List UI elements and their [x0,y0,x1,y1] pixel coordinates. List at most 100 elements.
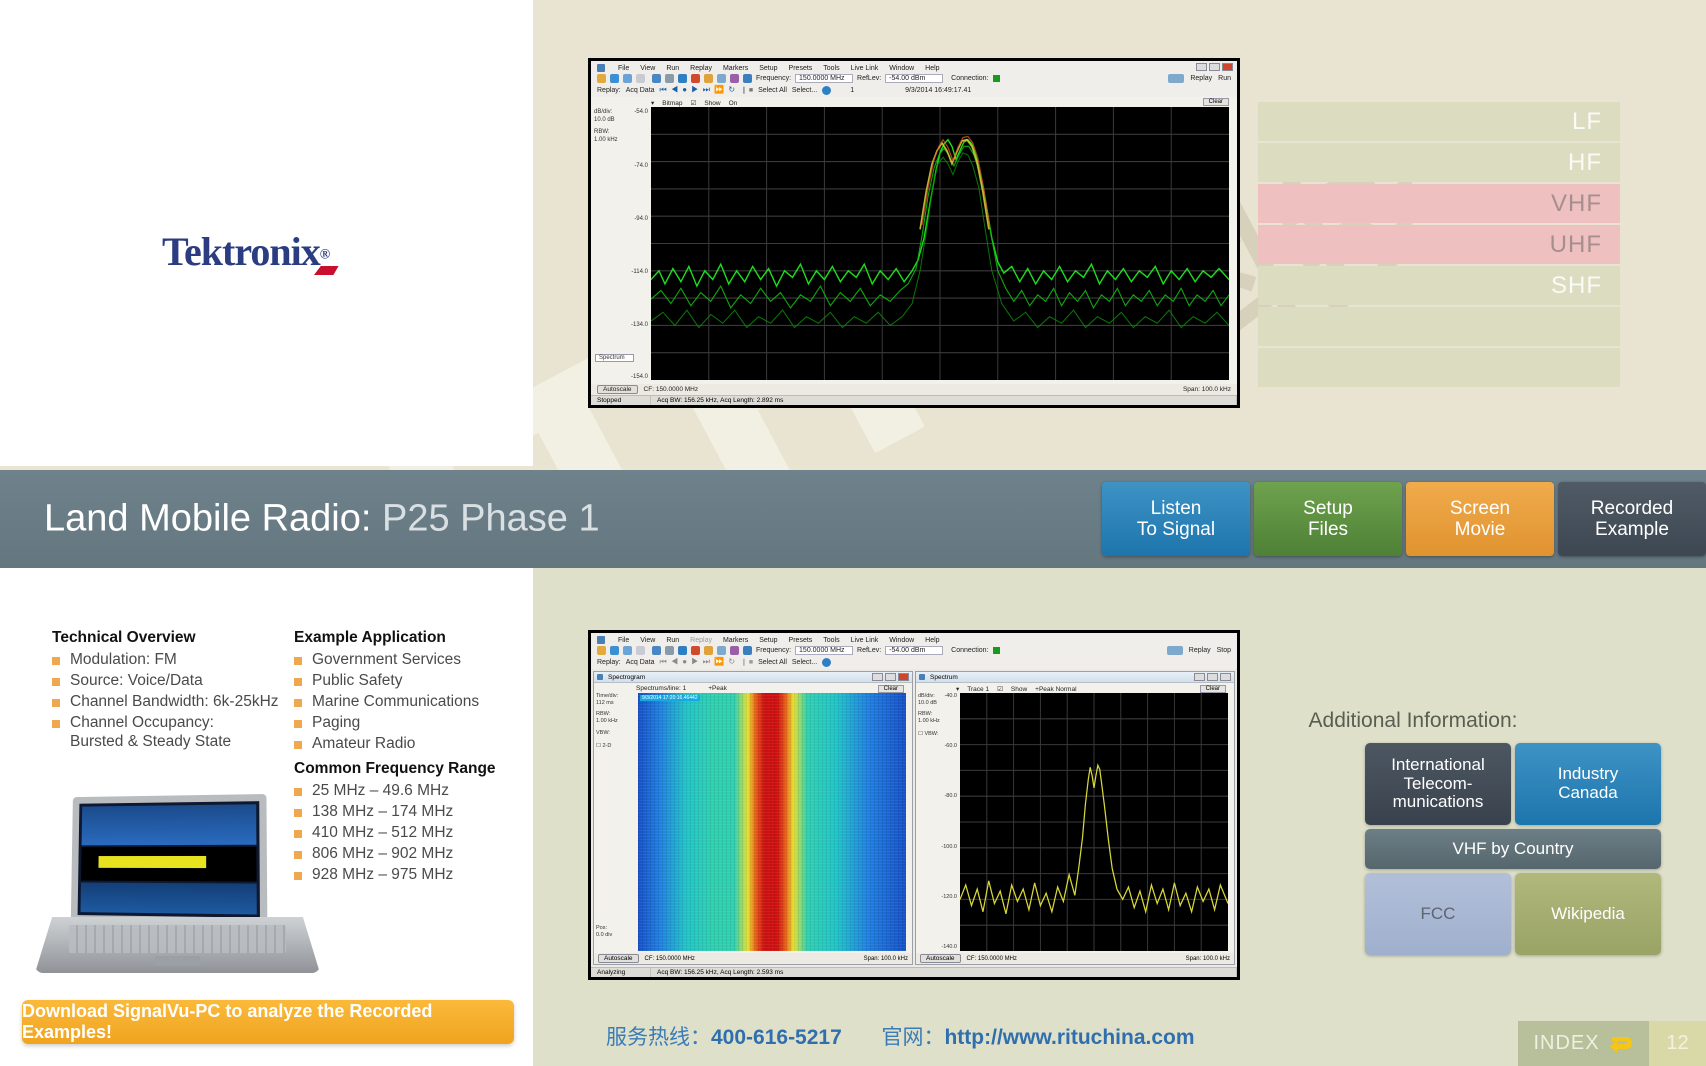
stop-button-label[interactable]: Stop [1217,647,1231,654]
menu-item-file[interactable]: File [618,637,629,644]
replay-button-label[interactable]: Replay [1189,647,1211,654]
redo-icon[interactable] [636,74,645,83]
maximize-icon[interactable] [1207,673,1218,681]
menu-item-replay[interactable]: Replay [690,65,712,72]
rbw-setting[interactable]: RBW: 1.00 kHz [918,711,958,725]
link-icon[interactable] [665,74,674,83]
pos-setting[interactable]: Pos: 0.0 div [596,925,612,939]
run-button-label[interactable]: Run [1218,75,1231,82]
replay-toggle-icon[interactable] [1168,74,1184,83]
settings-icon[interactable] [743,74,752,83]
menu-item-view[interactable]: View [640,637,655,644]
menu-item-presets[interactable]: Presets [789,65,813,72]
gear-icon[interactable] [678,74,687,83]
trigger-icon[interactable] [691,74,700,83]
time-div-setting[interactable]: Time/div: 112 ms [596,693,636,707]
listen-to-signal-button[interactable]: ListenTo Signal [1102,482,1250,556]
menu-item-help[interactable]: Help [925,65,939,72]
frequency-input[interactable]: 150.0000 MHz [795,74,853,83]
reflev-input[interactable]: -54.00 dBm [885,74,943,83]
marker-icon[interactable] [704,74,713,83]
setup-files-button[interactable]: SetupFiles [1254,482,1402,556]
replay-button-label[interactable]: Replay [1190,75,1212,82]
menu-item-window[interactable]: Window [889,637,914,644]
close-icon[interactable] [898,673,909,681]
minimize-icon[interactable] [1196,63,1207,71]
undo-icon[interactable] [623,74,632,83]
minimize-icon[interactable] [1194,673,1205,681]
menu-item-setup[interactable]: Setup [759,637,777,644]
marker-icon[interactable] [704,646,713,655]
menu-item-run[interactable]: Run [666,65,679,72]
gear-icon[interactable] [678,646,687,655]
menu-item-live-link[interactable]: Live Link [851,637,879,644]
autoscale-button-spectrogram[interactable]: Autoscale [598,954,639,963]
link-icon[interactable] [665,646,674,655]
info-icon[interactable] [822,86,831,95]
trigger-icon[interactable] [691,646,700,655]
restore-icon[interactable] [1220,673,1231,681]
redo-icon[interactable] [636,646,645,655]
twod-checkbox-label[interactable]: ☐ 2-D [596,743,636,750]
search-icon[interactable] [730,74,739,83]
replay-source-value[interactable]: Acq Data [626,87,655,94]
select-button[interactable]: Select... [792,87,817,94]
menu-item-file[interactable]: File [618,65,629,72]
plot-selector-dropdown[interactable]: Spectrum [595,354,634,362]
menu-item-markers[interactable]: Markers [723,65,748,72]
recorded-example-button[interactable]: RecordedExample [1558,482,1706,556]
international-telecommunications-button[interactable]: International Telecom- munications [1365,743,1511,825]
open-icon[interactable] [597,74,606,83]
info-icon[interactable] [822,658,831,667]
menu-item-help[interactable]: Help [925,637,939,644]
fcc-button[interactable]: FCC [1365,873,1511,955]
index-button[interactable]: INDEX [1518,1021,1649,1066]
peak-icon[interactable] [717,74,726,83]
frequency-input[interactable]: 150.0000 MHz [795,646,853,655]
autoscale-button-spectrum[interactable]: Autoscale [920,954,961,963]
autoscale-button-top[interactable]: Autoscale [597,385,638,394]
vhf-by-country-button[interactable]: VHF by Country [1365,829,1661,869]
save-icon[interactable] [610,646,619,655]
industry-canada-button[interactable]: Industry Canada [1515,743,1661,825]
menu-item-run[interactable]: Run [666,637,679,644]
menu-item-live-link[interactable]: Live Link [851,65,879,72]
vbw-label[interactable]: VBW: [596,730,636,737]
menu-item-tools[interactable]: Tools [823,637,839,644]
print-icon[interactable] [652,74,661,83]
undo-icon[interactable] [623,646,632,655]
rbw-setting[interactable]: RBW: 1.00 kHz [594,129,648,144]
trace-dropdown-icon[interactable]: ▾ [651,99,654,107]
minimize-icon[interactable] [872,673,883,681]
replay-toggle-icon[interactable] [1167,646,1183,655]
save-icon[interactable] [610,74,619,83]
close-icon[interactable] [1222,63,1233,71]
maximize-icon[interactable] [885,673,896,681]
peak-icon[interactable] [717,646,726,655]
transport-controls[interactable]: ⏮ ◀ ● ▶ ⏭ ⏩ ↻ [660,657,737,667]
download-signalvu-banner[interactable]: Download SignalVu-PC to analyze the Reco… [22,1000,514,1044]
select-all-button[interactable]: Select All [758,87,787,94]
menu-item-presets[interactable]: Presets [789,637,813,644]
wikipedia-button[interactable]: Wikipedia [1515,873,1661,955]
vbw-checkbox-label[interactable]: ☐ VBW: [918,731,958,738]
select-button[interactable]: Select... [792,659,817,666]
menu-item-view[interactable]: View [640,65,655,72]
menu-item-tools[interactable]: Tools [823,65,839,72]
menu-item-markers[interactable]: Markers [723,637,748,644]
screen-movie-button[interactable]: ScreenMovie [1406,482,1554,556]
menu-item-replay[interactable]: Replay [690,637,712,644]
reflev-input[interactable]: -54.00 dBm [885,646,943,655]
trace-show-checkbox[interactable]: ☑ [691,99,697,107]
menu-item-window[interactable]: Window [889,65,914,72]
maximize-icon[interactable] [1209,63,1220,71]
select-all-button[interactable]: Select All [758,659,787,666]
menu-item-setup[interactable]: Setup [759,65,777,72]
replay-source-value[interactable]: Acq Data [626,659,655,666]
clear-button-top[interactable]: Clear [1203,98,1229,106]
search-icon[interactable] [730,646,739,655]
settings-icon[interactable] [743,646,752,655]
print-icon[interactable] [652,646,661,655]
transport-controls[interactable]: ⏮ ◀ ● ▶ ⏭ ⏩ ↻ [660,85,737,95]
rbw-setting[interactable]: RBW: 1.00 kHz [596,711,636,725]
